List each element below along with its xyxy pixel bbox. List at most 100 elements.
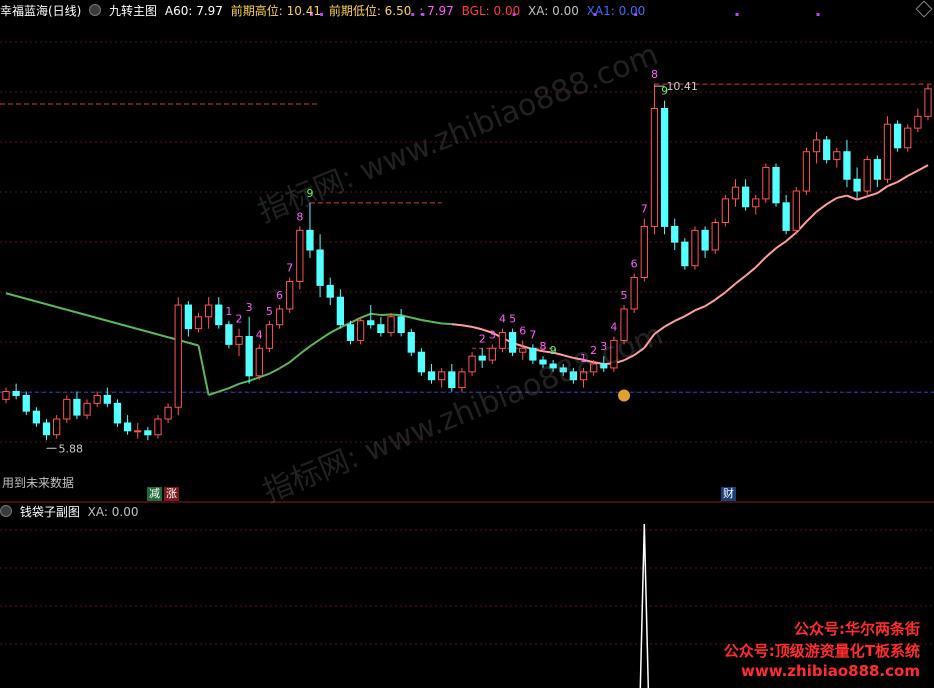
candle-body[interactable] — [640, 225, 648, 279]
candle-body[interactable] — [843, 151, 851, 180]
candle-body[interactable] — [407, 332, 415, 353]
candle-body[interactable] — [681, 241, 689, 267]
candle-body[interactable] — [245, 335, 253, 377]
candle-body[interactable] — [417, 351, 426, 373]
main-indicator-name[interactable]: 九转主图 — [109, 4, 157, 18]
candle-body[interactable] — [498, 332, 507, 349]
candle-body[interactable] — [367, 320, 375, 326]
candle-body[interactable] — [427, 371, 436, 381]
candle-body[interactable] — [792, 190, 800, 231]
candle-body[interactable] — [306, 229, 314, 251]
candle-body[interactable] — [275, 308, 284, 326]
candle-body[interactable] — [731, 186, 740, 200]
candle-body[interactable] — [93, 394, 101, 404]
sub-indicator-settings-icon[interactable] — [0, 505, 12, 517]
candle-body[interactable] — [924, 88, 932, 117]
candle-body[interactable] — [893, 123, 902, 149]
candle-body[interactable] — [671, 225, 679, 243]
indicator-settings-icon[interactable] — [89, 4, 102, 16]
candle-body[interactable] — [529, 347, 537, 361]
candle-body[interactable] — [823, 139, 831, 161]
candle-body[interactable] — [711, 221, 719, 251]
candle-body[interactable] — [559, 367, 567, 373]
candle-body[interactable] — [579, 371, 588, 381]
candle-body[interactable] — [610, 339, 618, 369]
candle-body[interactable] — [123, 422, 132, 432]
candle-body[interactable] — [812, 139, 821, 153]
candle-body[interactable] — [873, 159, 881, 180]
candle-body[interactable] — [397, 316, 405, 334]
candle-body[interactable] — [316, 249, 324, 286]
candle-body[interactable] — [468, 355, 476, 373]
candle-body[interactable] — [590, 363, 598, 373]
candle-body[interactable] — [539, 359, 547, 365]
candle-body[interactable] — [265, 324, 274, 349]
candle-body[interactable] — [448, 371, 456, 389]
candle-body[interactable] — [204, 304, 213, 318]
candle-body[interactable] — [235, 335, 243, 345]
candle-body[interactable] — [660, 107, 669, 227]
candle-body[interactable] — [113, 402, 122, 424]
candle-body[interactable] — [914, 115, 922, 129]
candle-body[interactable] — [286, 280, 294, 310]
candle-body[interactable] — [255, 347, 263, 377]
candle-body[interactable] — [904, 127, 912, 149]
candle-body[interactable] — [569, 371, 578, 381]
candle-body[interactable] — [215, 304, 223, 326]
candle-body[interactable] — [2, 391, 10, 400]
candle-body[interactable] — [883, 123, 892, 180]
candle-body[interactable] — [12, 391, 20, 396]
candle-body[interactable] — [154, 418, 162, 436]
candle-body[interactable] — [164, 406, 172, 420]
candle-body[interactable] — [377, 324, 385, 334]
candle-body[interactable] — [630, 277, 638, 310]
candle-body[interactable] — [346, 324, 355, 341]
candle-body[interactable] — [326, 284, 334, 298]
chart-canvas[interactable]: 1234567892 34 56 78 912 34567895.8810.41 — [0, 0, 934, 688]
candle-body[interactable] — [782, 202, 790, 231]
stock-title[interactable]: 幸福蓝海(日线) — [0, 4, 81, 18]
candle-body[interactable] — [488, 347, 496, 361]
candle-body[interactable] — [519, 347, 527, 353]
candle-body[interactable] — [356, 320, 365, 341]
candle-body[interactable] — [194, 316, 203, 330]
candle-body[interactable] — [32, 410, 41, 424]
candle-body[interactable] — [833, 151, 841, 161]
candle-body[interactable] — [853, 178, 861, 192]
candle-body[interactable] — [73, 398, 81, 416]
candle-body[interactable] — [42, 422, 51, 436]
candle-body[interactable] — [620, 308, 628, 341]
candle-body[interactable] — [134, 430, 142, 433]
candle-body[interactable] — [802, 151, 811, 192]
candle-body[interactable] — [863, 159, 871, 192]
sub-indicator-name[interactable]: 钱袋子副图 — [20, 505, 80, 519]
candle-body[interactable] — [549, 363, 557, 369]
candle-body[interactable] — [225, 324, 233, 345]
candle-body[interactable] — [174, 304, 182, 408]
candle-body[interactable] — [184, 304, 193, 330]
candle-body[interactable] — [103, 394, 111, 404]
candle-body[interactable] — [650, 107, 659, 227]
candle-body[interactable] — [752, 198, 760, 208]
top-marker-dot — [816, 13, 820, 16]
candle-body[interactable] — [701, 229, 709, 251]
candle-body[interactable] — [762, 166, 770, 200]
candle-body[interactable] — [438, 371, 446, 381]
candle-body[interactable] — [772, 166, 780, 204]
candle-body[interactable] — [63, 398, 71, 420]
candle-body[interactable] — [458, 371, 466, 389]
candle-body[interactable] — [478, 355, 486, 361]
candle-body[interactable] — [508, 332, 517, 353]
candle-body[interactable] — [83, 402, 91, 416]
candle-body[interactable] — [336, 296, 344, 326]
candle-body[interactable] — [691, 229, 699, 267]
candle-body[interactable] — [600, 363, 608, 369]
candle-body[interactable] — [721, 198, 730, 223]
candle-body[interactable] — [296, 229, 304, 282]
candle-body[interactable] — [741, 186, 750, 208]
candle-body[interactable] — [387, 316, 395, 334]
candle-body[interactable] — [53, 418, 61, 436]
candle-body[interactable] — [22, 394, 30, 412]
candle-body[interactable] — [144, 430, 152, 436]
promo-line-2: 公众号:顶级游资量化T板系统 — [723, 642, 920, 660]
